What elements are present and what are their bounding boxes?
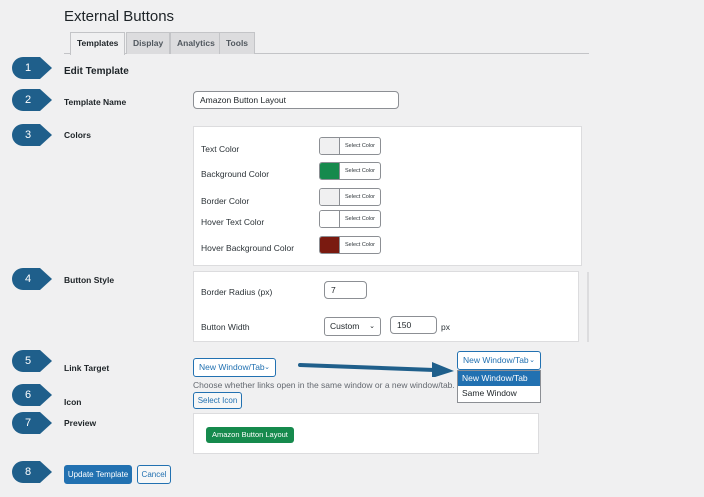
- callout-7: 7: [12, 412, 52, 434]
- color-swatch: [320, 189, 340, 205]
- button-width-label: Button Width: [201, 322, 250, 332]
- border-radius-input[interactable]: 7: [324, 281, 367, 299]
- update-template-button[interactable]: Update Template: [64, 465, 132, 484]
- border-color-picker[interactable]: Select Color: [319, 188, 381, 206]
- cancel-button[interactable]: Cancel: [137, 465, 171, 484]
- callout-1: 1: [12, 57, 52, 79]
- callout-8: 8: [12, 461, 52, 483]
- link-target-select-value: New Window/Tab: [199, 362, 265, 372]
- option-new-window[interactable]: New Window/Tab: [458, 371, 540, 386]
- color-swatch: [320, 163, 340, 179]
- background-color-picker[interactable]: Select Color: [319, 162, 381, 180]
- template-name-input[interactable]: Amazon Button Layout: [193, 91, 399, 109]
- tab-bar: Templates Display Analytics Tools: [64, 32, 589, 55]
- preview-label: Preview: [64, 418, 97, 428]
- select-color-label: Select Color: [345, 194, 375, 200]
- hover-background-color-picker[interactable]: Select Color: [319, 236, 381, 254]
- arrow-annotation: [298, 362, 454, 377]
- select-icon-button[interactable]: Select Icon: [193, 392, 242, 409]
- link-target-select-value: New Window/Tab: [463, 355, 529, 365]
- chevron-down-icon: ⌄: [369, 323, 375, 330]
- button-width-select-value: Custom: [330, 321, 360, 331]
- background-color-label: Background Color: [201, 169, 270, 179]
- tab-templates[interactable]: Templates: [70, 32, 126, 55]
- option-same-window[interactable]: Same Window: [458, 386, 540, 401]
- tab-analytics[interactable]: Analytics: [170, 32, 222, 54]
- button-width-unit: px: [441, 322, 450, 332]
- link-target-dropdown: New Window/Tab Same Window: [457, 370, 541, 403]
- button-style-panel: Border Radius (px) 7 Button Width Custom…: [193, 271, 579, 342]
- preview-panel: Amazon Button Layout: [193, 413, 539, 454]
- colors-label: Colors: [64, 130, 91, 140]
- color-swatch: [320, 237, 340, 253]
- select-color-label: Select Color: [345, 143, 375, 149]
- chevron-down-icon: ⌄: [529, 357, 535, 364]
- link-target-select-open[interactable]: New Window/Tab ⌄: [457, 351, 541, 370]
- tab-display[interactable]: Display: [126, 32, 171, 54]
- link-target-label: Link Target: [64, 363, 110, 373]
- callout-4: 4: [12, 268, 52, 290]
- border-color-label: Border Color: [201, 196, 250, 206]
- button-width-input[interactable]: 150: [390, 316, 437, 334]
- template-name-label: Template Name: [64, 97, 127, 107]
- button-width-select[interactable]: Custom ⌄: [324, 317, 381, 336]
- link-target-select[interactable]: New Window/Tab ⌄: [193, 358, 276, 377]
- text-color-picker[interactable]: Select Color: [319, 137, 381, 155]
- hover-text-color-picker[interactable]: Select Color: [319, 210, 381, 228]
- color-swatch: [320, 211, 340, 227]
- button-style-label: Button Style: [64, 275, 115, 285]
- hover-text-color-label: Hover Text Color: [201, 217, 265, 227]
- color-swatch: [320, 138, 340, 154]
- select-color-label: Select Color: [345, 168, 375, 174]
- select-color-label: Select Color: [345, 216, 375, 222]
- callout-6: 6: [12, 384, 52, 406]
- callout-2: 2: [12, 89, 52, 111]
- chevron-down-icon: ⌄: [264, 364, 270, 371]
- panel-divider: [587, 272, 589, 342]
- link-target-help: Choose whether links open in the same wi…: [193, 380, 455, 390]
- colors-panel: Text Color Select Color Background Color…: [193, 126, 582, 266]
- callout-3: 3: [12, 124, 52, 146]
- icon-label: Icon: [64, 397, 82, 407]
- section-title: Edit Template: [64, 66, 129, 77]
- preview-button[interactable]: Amazon Button Layout: [206, 427, 294, 443]
- page-title: External Buttons: [64, 8, 175, 25]
- select-color-label: Select Color: [345, 242, 375, 248]
- callout-5: 5: [12, 350, 52, 372]
- tab-tools[interactable]: Tools: [219, 32, 256, 54]
- text-color-label: Text Color: [201, 144, 240, 154]
- border-radius-label: Border Radius (px): [201, 287, 273, 297]
- hover-background-color-label: Hover Background Color: [201, 243, 295, 253]
